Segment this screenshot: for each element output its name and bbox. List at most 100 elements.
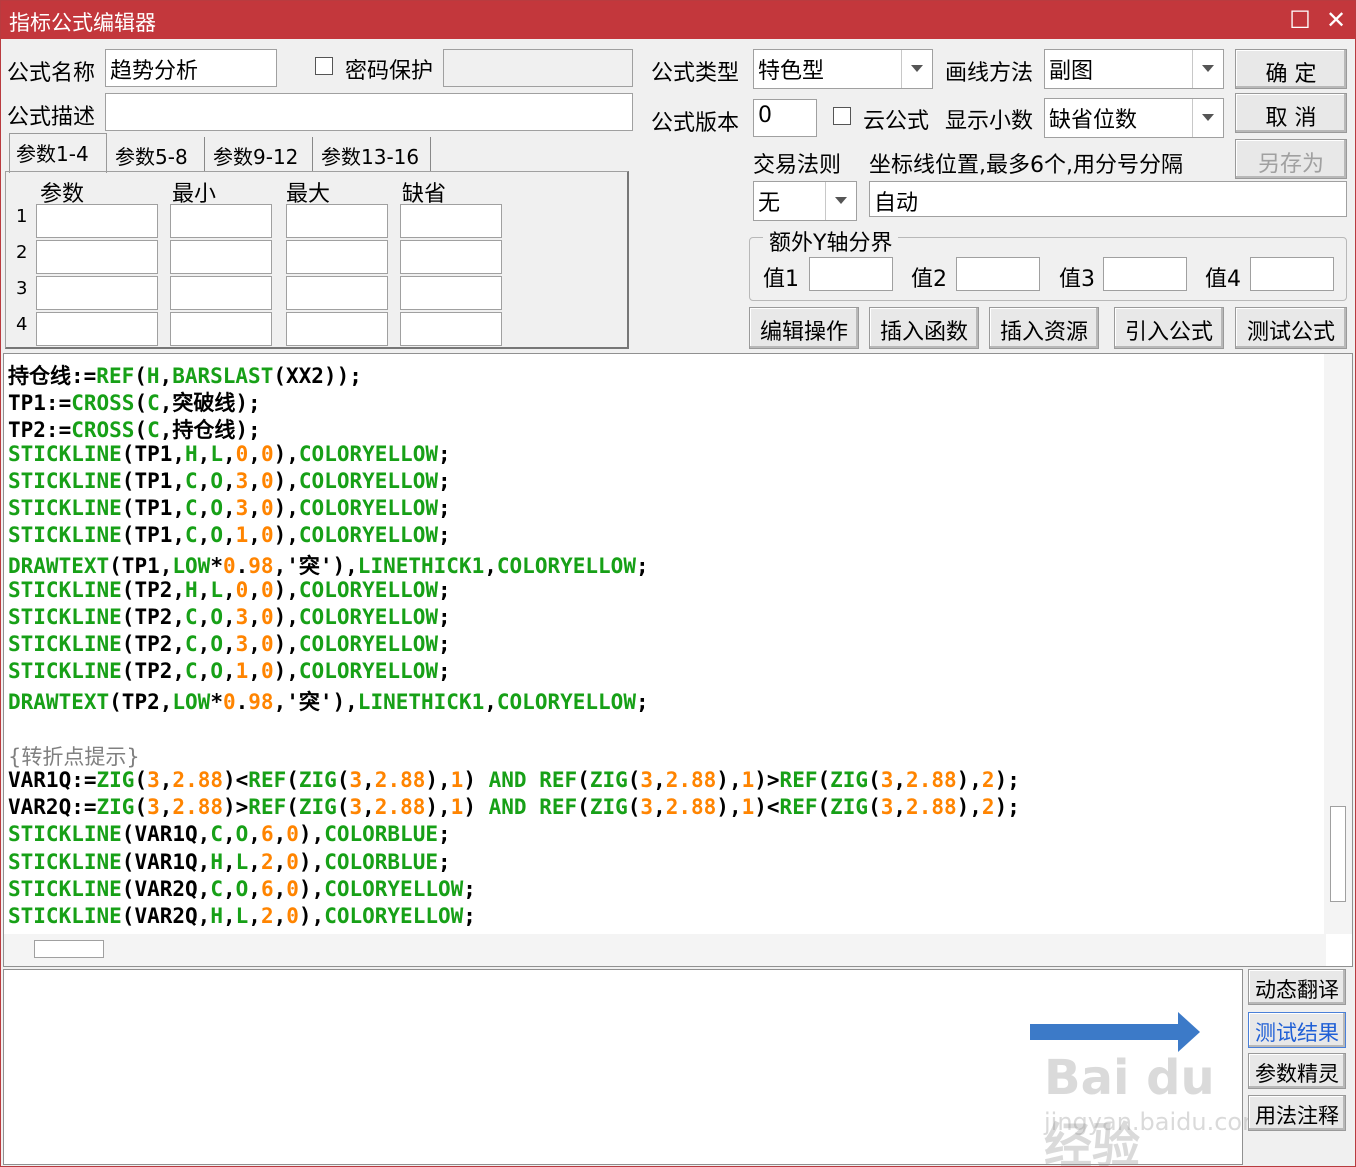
- y-value-1-input[interactable]: [809, 257, 893, 291]
- code-token: ,: [222, 577, 236, 602]
- code-line[interactable]: TP2:=CROSS(C,持仓线);: [8, 414, 261, 442]
- insert-function-button[interactable]: 插入函数: [869, 307, 979, 349]
- code-line[interactable]: STICKLINE(TP2,H,L,0,0),COLORYELLOW;: [8, 578, 451, 605]
- dynamic-translate-button[interactable]: 动态翻译: [1248, 969, 1346, 1005]
- code-line[interactable]: TP1:=CROSS(C,突破线);: [8, 387, 261, 416]
- param-default-input[interactable]: [400, 204, 502, 238]
- code-token: ,: [197, 604, 211, 629]
- param-min-input[interactable]: [170, 204, 272, 238]
- formula-version-input[interactable]: 0: [753, 99, 817, 137]
- code-token: DRAWTEXT: [8, 690, 110, 715]
- test-formula-button[interactable]: 测试公式: [1235, 307, 1347, 349]
- save-as-button[interactable]: 另存为: [1235, 139, 1347, 179]
- code-editor[interactable]: 持仓线:=REF(H,BARSLAST(XX2)); TP1:=CROSS(C,突…: [3, 353, 1353, 967]
- param-wizard-button[interactable]: 参数精灵: [1248, 1053, 1346, 1089]
- trade-rule-select[interactable]: 无: [753, 181, 857, 221]
- param-name-input[interactable]: [36, 240, 158, 274]
- formula-name-input[interactable]: 趋势分析: [105, 49, 277, 87]
- vertical-scroll-thumb[interactable]: [1330, 806, 1346, 902]
- code-token: (: [868, 795, 881, 820]
- test-result-button[interactable]: 测试结果: [1248, 1012, 1346, 1048]
- code-line[interactable]: STICKLINE(VAR2Q,C,O,6,0),COLORYELLOW;: [8, 877, 476, 904]
- param-default-input[interactable]: [400, 276, 502, 310]
- param-max-input[interactable]: [286, 276, 388, 310]
- formula-editor-window: 指标公式编辑器 ☐ ✕ 公式名称 趋势分析 密码保护 公式类型 特色型 画线方法…: [0, 0, 1356, 1167]
- code-line[interactable]: STICKLINE(VAR1Q,C,O,6,0),COLORBLUE;: [8, 822, 451, 849]
- tab-params-13-16[interactable]: 参数13-16: [315, 137, 431, 171]
- code-token: 1: [741, 795, 755, 820]
- code-line[interactable]: DRAWTEXT(TP2,LOW*0.98,'突'),LINETHICK1,CO…: [8, 686, 649, 715]
- code-token: (VAR1Q,: [121, 822, 211, 847]
- chevron-down-icon[interactable]: [901, 50, 932, 88]
- tab-params-9-12[interactable]: 参数9-12: [207, 137, 313, 171]
- password-checkbox[interactable]: [315, 57, 333, 75]
- y-value-4-input[interactable]: [1250, 257, 1334, 291]
- axis-position-input[interactable]: 自动: [869, 181, 1347, 217]
- param-max-input[interactable]: [286, 204, 388, 238]
- code-line[interactable]: STICKLINE(TP2,C,O,3,0),COLORYELLOW;: [8, 632, 451, 659]
- code-token: STICKLINE: [8, 904, 122, 928]
- formula-type-select[interactable]: 特色型: [753, 49, 933, 89]
- code-line[interactable]: STICKLINE(TP1,C,O,1,0),COLORYELLOW;: [8, 523, 451, 550]
- param-name-input[interactable]: [36, 312, 158, 346]
- code-line[interactable]: STICKLINE(TP2,C,O,1,0),COLORYELLOW;: [8, 659, 451, 686]
- code-token: O: [210, 496, 223, 520]
- edit-ops-button[interactable]: 编辑操作: [749, 307, 859, 349]
- code-line[interactable]: STICKLINE(TP1,C,O,3,0),COLORYELLOW;: [8, 496, 451, 523]
- code-token: ;: [437, 496, 451, 520]
- code-token: 2.88: [665, 795, 717, 820]
- cancel-button[interactable]: 取 消: [1235, 93, 1347, 133]
- param-min-input[interactable]: [170, 240, 272, 274]
- chevron-down-icon[interactable]: [1192, 50, 1223, 88]
- param-name-input[interactable]: [36, 204, 158, 238]
- y-value-2-input[interactable]: [956, 257, 1040, 291]
- code-line[interactable]: STICKLINE(VAR2Q,H,L,2,0),COLORYELLOW;: [8, 904, 476, 931]
- code-line[interactable]: VAR1Q:=ZIG(3,2.88)<REF(ZIG(3,2.88),1) AN…: [8, 768, 1020, 795]
- cloud-formula-checkbox[interactable]: [833, 107, 851, 125]
- code-token: 2: [981, 768, 995, 792]
- chevron-down-icon[interactable]: [825, 182, 856, 220]
- param-min-input[interactable]: [170, 276, 272, 310]
- close-icon[interactable]: ✕: [1319, 3, 1353, 37]
- axis-position-label: 坐标线位置,最多6个,用分号分隔: [869, 153, 1183, 178]
- code-line[interactable]: STICKLINE(VAR1Q,H,L,2,0),COLORBLUE;: [8, 850, 451, 877]
- param-default-input[interactable]: [400, 312, 502, 346]
- code-token: ,: [159, 795, 173, 820]
- param-max-input[interactable]: [286, 240, 388, 274]
- code-line[interactable]: {转折点提示}: [8, 741, 140, 769]
- tab-params-5-8[interactable]: 参数5-8: [109, 137, 205, 171]
- y-value-3-input[interactable]: [1103, 257, 1187, 291]
- param-name-input[interactable]: [36, 276, 158, 310]
- chevron-down-icon[interactable]: [1192, 99, 1223, 137]
- param-min-input[interactable]: [170, 312, 272, 346]
- maximize-icon[interactable]: ☐: [1283, 3, 1317, 37]
- code-token: (: [817, 768, 831, 792]
- code-token: ,: [248, 904, 261, 928]
- insert-resource-button[interactable]: 插入资源: [989, 307, 1099, 349]
- vertical-scrollbar[interactable]: [1324, 354, 1352, 934]
- import-formula-button[interactable]: 引入公式: [1114, 307, 1224, 349]
- decimals-select[interactable]: 缺省位数: [1044, 98, 1224, 138]
- code-line[interactable]: STICKLINE(TP1,H,L,0,0),COLORYELLOW;: [8, 442, 451, 469]
- horizontal-scrollbar[interactable]: [4, 934, 1326, 966]
- ok-button[interactable]: 确 定: [1235, 49, 1347, 89]
- tab-params-1-4[interactable]: 参数1-4: [9, 133, 107, 173]
- code-token: ,: [248, 496, 261, 520]
- code-token: C: [185, 468, 198, 493]
- code-token: VAR1Q:=: [8, 768, 97, 792]
- code-line[interactable]: VAR2Q:=ZIG(3,2.88)>REF(ZIG(3,2.88),1) AN…: [8, 795, 1020, 822]
- test-result-output[interactable]: Bai du 经验 jingyan.baidu.com: [3, 969, 1265, 1166]
- code-line[interactable]: 持仓线:=REF(H,BARSLAST(XX2));: [8, 360, 362, 388]
- horizontal-scroll-thumb[interactable]: [34, 940, 104, 958]
- usage-notes-button[interactable]: 用法注释: [1248, 1095, 1346, 1131]
- code-line[interactable]: DRAWTEXT(TP1,LOW*0.98,'突'),LINETHICK1,CO…: [8, 550, 649, 578]
- code-line[interactable]: STICKLINE(TP2,C,O,3,0),COLORYELLOW;: [8, 605, 451, 632]
- code-token: TP1:=: [8, 391, 72, 416]
- param-default-input[interactable]: [400, 240, 502, 274]
- code-line[interactable]: STICKLINE(TP1,C,O,3,0),COLORYELLOW;: [8, 469, 451, 496]
- formula-desc-input[interactable]: [105, 93, 633, 131]
- code-token: (: [627, 795, 641, 820]
- param-max-input[interactable]: [286, 312, 388, 346]
- draw-method-select[interactable]: 副图: [1044, 49, 1224, 89]
